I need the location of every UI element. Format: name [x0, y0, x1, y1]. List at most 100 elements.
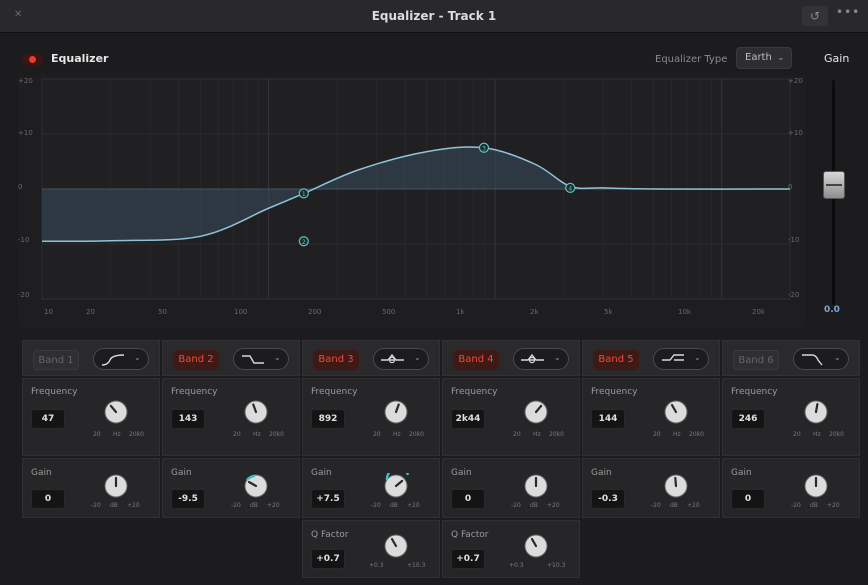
frequency-value-field[interactable]: 892: [311, 409, 345, 429]
filter-shape-select[interactable]: ⌄: [373, 348, 429, 370]
equalizer-type-value: Earth: [745, 52, 772, 63]
band-6-panel: Band 6 ⌄ Frequency 246 20 Hz 20k0 Gain 0: [722, 340, 860, 578]
frequency-knob[interactable]: [803, 399, 829, 425]
high-cut-icon: [802, 354, 823, 366]
band-1-panel: Band 1 ⌄ Frequency 47 20 Hz 20k0 Gain 0: [22, 340, 160, 578]
frequency-unit-label: Hz: [393, 431, 401, 438]
gain-label: Gain: [731, 468, 752, 478]
frequency-knob[interactable]: [663, 399, 689, 425]
gain-knob[interactable]: [803, 473, 829, 499]
band-node-2[interactable]: 2: [298, 236, 309, 247]
more-options-icon[interactable]: •••: [836, 5, 860, 19]
filter-shape-select[interactable]: ⌄: [233, 348, 289, 370]
low-cut-icon: [101, 354, 125, 366]
db-label-right: +20: [788, 77, 803, 85]
bell-icon: [381, 353, 404, 364]
empty-slot: [582, 520, 720, 578]
equalizer-label: Equalizer: [51, 52, 109, 65]
q-factor-control: Q Factor +0.7 +0.3 +10.3: [442, 520, 580, 578]
frequency-value-field[interactable]: 47: [31, 409, 65, 429]
filter-shape-select[interactable]: ⌄: [793, 348, 849, 370]
frequency-label: Frequency: [591, 387, 638, 397]
frequency-value-field[interactable]: 246: [731, 409, 765, 429]
gain-label: Gain: [591, 468, 612, 478]
frequency-knob[interactable]: [103, 399, 129, 425]
q-factor-value-field[interactable]: +0.7: [311, 549, 345, 569]
gain-max-label: +20: [127, 502, 140, 509]
db-label-right: -10: [788, 236, 800, 244]
gain-unit-label: dB: [110, 502, 118, 509]
gain-value-field[interactable]: 0: [451, 489, 485, 509]
frequency-label: Frequency: [731, 387, 778, 397]
q-factor-value-field[interactable]: +0.7: [451, 549, 485, 569]
gain-control: Gain -9.5 -20 dB +20: [162, 458, 300, 518]
frequency-label: Frequency: [311, 387, 358, 397]
band-node-label: 3: [482, 145, 486, 152]
band-4-toggle-button[interactable]: Band 4: [453, 350, 499, 370]
chevron-down-icon: ⌄: [134, 353, 141, 362]
gain-value-field[interactable]: -9.5: [171, 489, 205, 509]
q-factor-max-label: +10.3: [407, 562, 426, 569]
gain-value-field[interactable]: -0.3: [591, 489, 625, 509]
frequency-min-label: 20: [513, 431, 521, 438]
gain-fader[interactable]: [812, 75, 860, 315]
q-factor-knob[interactable]: [383, 533, 409, 559]
filter-shape-select[interactable]: ⌄: [513, 348, 569, 370]
filter-shape-select[interactable]: ⌄: [93, 348, 149, 370]
band-3-panel: Band 3 ⌄ Frequency 892 20 Hz 20k0 Gain +…: [302, 340, 440, 578]
chevron-down-icon: ⌄: [777, 53, 785, 63]
band-2-toggle-button[interactable]: Band 2: [173, 350, 219, 370]
gain-label: Gain: [311, 468, 332, 478]
frequency-value-field[interactable]: 143: [171, 409, 205, 429]
gain-value-field[interactable]: 0: [731, 489, 765, 509]
gain-fader-handle[interactable]: [823, 171, 845, 199]
chevron-down-icon: ⌄: [274, 353, 281, 362]
band-1-toggle-button[interactable]: Band 1: [33, 350, 79, 370]
freq-tick-label: 10: [44, 308, 53, 316]
band-3-toggle-button[interactable]: Band 3: [313, 350, 359, 370]
q-factor-label: Q Factor: [451, 530, 489, 540]
gain-max-label: +20: [687, 502, 700, 509]
frequency-value-field[interactable]: 144: [591, 409, 625, 429]
band-4-panel: Band 4 ⌄ Frequency 2k44 20 Hz 20k0 Gain …: [442, 340, 580, 578]
equalizer-enable-toggle[interactable]: [22, 54, 44, 65]
gain-knob[interactable]: [103, 473, 129, 499]
frequency-control: Frequency 144 20 Hz 20k0: [582, 378, 720, 456]
frequency-knob[interactable]: [383, 399, 409, 425]
band-5-panel: Band 5 ⌄ Frequency 144 20 Hz 20k0 Gain -…: [582, 340, 720, 578]
band-6-toggle-button[interactable]: Band 6: [733, 350, 779, 370]
frequency-value-field[interactable]: 2k44: [451, 409, 485, 429]
frequency-knob[interactable]: [243, 399, 269, 425]
equalizer-type-select[interactable]: Earth ⌄: [736, 47, 792, 69]
gain-value-field[interactable]: 0: [31, 489, 65, 509]
freq-tick-label: 20k: [752, 308, 765, 316]
q-factor-control: Q Factor +0.7 +0.3 +10.3: [302, 520, 440, 578]
frequency-unit-label: Hz: [113, 431, 121, 438]
band-5-toggle-button[interactable]: Band 5: [593, 350, 639, 370]
band-node-1[interactable]: 1: [298, 188, 309, 199]
band-node-label: 2: [302, 239, 306, 246]
frequency-knob[interactable]: [523, 399, 549, 425]
band-node-3[interactable]: 3: [478, 142, 490, 153]
gain-knob[interactable]: [523, 473, 549, 499]
gain-max-label: +20: [407, 502, 420, 509]
gain-unit-label: dB: [530, 502, 538, 509]
band-node-4[interactable]: 4: [565, 182, 576, 194]
q-factor-knob[interactable]: [523, 533, 549, 559]
gain-value-field[interactable]: +7.5: [311, 489, 345, 509]
filter-shape-select[interactable]: ⌄: [653, 348, 709, 370]
gain-knob[interactable]: [663, 473, 689, 499]
frequency-control: Frequency 47 20 Hz 20k0: [22, 378, 160, 456]
gain-knob[interactable]: [383, 466, 410, 499]
gain-knob[interactable]: [243, 473, 269, 499]
empty-slot: [722, 520, 860, 578]
reset-icon[interactable]: ↺: [802, 6, 828, 26]
gain-unit-label: dB: [810, 502, 818, 509]
eq-graph[interactable]: 2 1 3 4 +20 +10 0 -10 -20 +20 +10 0 -10 -20…: [18, 75, 806, 327]
frequency-max-label: 20k0: [829, 431, 844, 438]
gain-min-label: -20: [371, 502, 381, 509]
freq-tick-label: 500: [382, 308, 396, 316]
q-factor-max-label: +10.3: [547, 562, 566, 569]
db-label-left: +20: [18, 77, 33, 85]
frequency-max-label: 20k0: [689, 431, 704, 438]
